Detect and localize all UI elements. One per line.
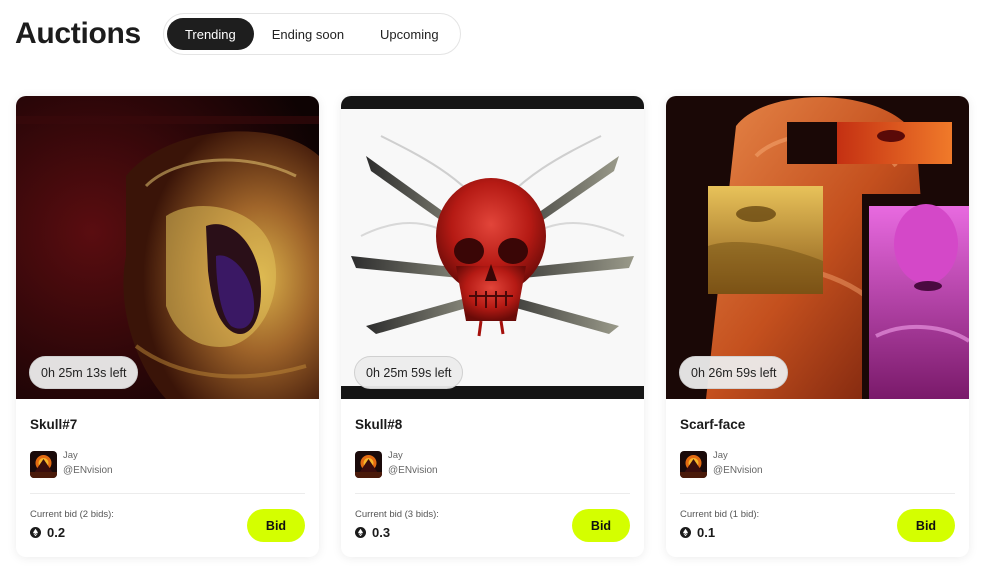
current-bid-amount: 0.3: [355, 525, 390, 540]
page-title: Auctions: [15, 17, 141, 50]
creator-name: Jay: [63, 450, 78, 461]
tab-upcoming[interactable]: Upcoming: [362, 18, 457, 50]
creator-handle: @ENvision: [388, 465, 438, 476]
eth-icon: [680, 527, 691, 538]
auction-card[interactable]: 0h 26m 59s left Scarf-face Jay @ENvision…: [666, 96, 969, 557]
bid-amount-value: 0.2: [47, 525, 66, 540]
creator-name: Jay: [713, 450, 728, 461]
creator-info[interactable]: Jay @ENvision: [355, 449, 438, 479]
divider: [680, 493, 955, 494]
current-bid-amount: 0.2: [30, 525, 65, 540]
current-bid-amount: 0.1: [680, 525, 715, 540]
divider: [355, 493, 630, 494]
eth-icon: [30, 527, 41, 538]
creator-avatar[interactable]: [680, 450, 707, 478]
current-bid-label: Current bid (1 bid):: [680, 509, 760, 520]
skull-artwork-image: [341, 96, 644, 399]
creator-info[interactable]: Jay @ENvision: [30, 449, 113, 479]
artwork-image[interactable]: 0h 25m 13s left: [16, 96, 319, 399]
bid-button[interactable]: Bid: [572, 509, 630, 542]
divider: [30, 493, 305, 494]
time-left-badge: 0h 25m 59s left: [354, 356, 464, 389]
artwork-image[interactable]: 0h 25m 59s left: [341, 96, 644, 399]
auction-card[interactable]: 0h 25m 13s left Skull#7 Jay @ENvision Cu…: [16, 96, 319, 557]
creator-info[interactable]: Jay @ENvision: [680, 449, 763, 479]
auction-card[interactable]: 0h 25m 59s left Skull#8 Jay @ENvision Cu…: [341, 96, 644, 557]
bid-amount-value: 0.3: [372, 525, 391, 540]
bid-button[interactable]: Bid: [247, 509, 305, 542]
auction-card-list: 0h 25m 13s left Skull#7 Jay @ENvision Cu…: [16, 96, 969, 557]
current-bid-label: Current bid (2 bids):: [30, 509, 114, 520]
bid-button[interactable]: Bid: [897, 509, 955, 542]
eth-icon: [355, 527, 366, 538]
artwork-image[interactable]: 0h 26m 59s left: [666, 96, 969, 399]
tab-ending-soon[interactable]: Ending soon: [254, 18, 362, 50]
time-left-badge: 0h 26m 59s left: [679, 356, 789, 389]
creator-name: Jay: [388, 450, 403, 461]
card-title[interactable]: Skull#8: [355, 417, 402, 432]
skull-artwork-image: [16, 96, 319, 399]
tab-trending[interactable]: Trending: [166, 18, 254, 50]
creator-handle: @ENvision: [63, 465, 113, 476]
auction-filter-tabs: Trending Ending soon Upcoming: [162, 13, 461, 55]
bid-amount-value: 0.1: [697, 525, 716, 540]
creator-avatar[interactable]: [355, 450, 382, 478]
current-bid-label: Current bid (3 bids):: [355, 509, 439, 520]
scarf-face-artwork-image: [666, 96, 969, 399]
time-left-badge: 0h 25m 13s left: [29, 356, 139, 389]
card-title[interactable]: Skull#7: [30, 417, 77, 432]
card-title[interactable]: Scarf-face: [680, 417, 745, 432]
page-header: Auctions Trending Ending soon Upcoming: [15, 13, 461, 55]
creator-handle: @ENvision: [713, 465, 763, 476]
creator-avatar[interactable]: [30, 450, 57, 478]
